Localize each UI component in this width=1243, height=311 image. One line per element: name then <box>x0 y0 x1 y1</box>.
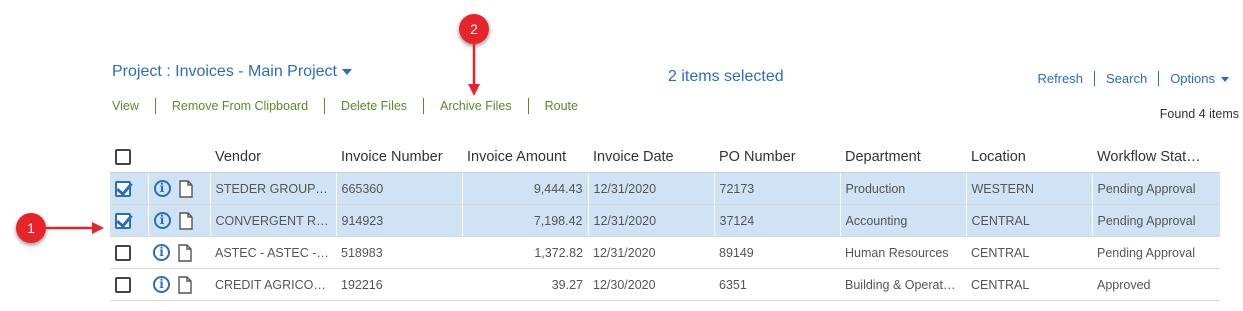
delete-files-action[interactable]: Delete Files <box>324 98 423 114</box>
selection-status: 2 items selected <box>668 68 784 86</box>
workflow-status-cell: Pending Approval <box>1092 205 1220 237</box>
action-bar: View Remove From Clipboard Delete Files … <box>112 98 594 114</box>
column-header-invoice-number[interactable]: Invoice Number <box>336 142 462 173</box>
column-header-invoice-amount[interactable]: Invoice Amount <box>462 142 588 173</box>
project-title-dropdown[interactable]: Project : Invoices - Main Project <box>112 63 352 81</box>
callout-marker-1: 1 <box>16 213 46 243</box>
department-cell: Accounting <box>840 205 966 237</box>
invoice-date-cell: 12/31/2020 <box>588 205 714 237</box>
document-icon[interactable] <box>178 244 192 262</box>
document-icon[interactable] <box>179 212 193 230</box>
view-action[interactable]: View <box>112 98 155 114</box>
document-icon[interactable] <box>178 276 192 294</box>
vendor-cell: CONVERGENT RE… <box>210 205 336 237</box>
department-cell: Human Resources <box>840 237 966 269</box>
invoice-date-cell: 12/31/2020 <box>588 237 714 269</box>
select-all-checkbox[interactable] <box>115 149 131 165</box>
workflow-status-cell: Pending Approval <box>1092 237 1220 269</box>
info-icon[interactable]: i <box>153 276 170 293</box>
workflow-status-cell: Pending Approval <box>1092 173 1220 205</box>
archive-files-action[interactable]: Archive Files <box>423 98 528 114</box>
table-row[interactable]: i CONVERGENT RE…9149237,198.4212/31/20203… <box>110 205 1220 237</box>
vendor-cell: STEDER GROUP - … <box>210 173 336 205</box>
location-cell: CENTRAL <box>966 205 1092 237</box>
info-icon[interactable]: i <box>153 244 170 261</box>
table-row[interactable]: i STEDER GROUP - …6653609,444.4312/31/202… <box>110 173 1220 205</box>
table-row[interactable]: i ASTEC - ASTEC - A…5189831,372.8212/31/2… <box>110 237 1220 269</box>
callout-marker-2: 2 <box>459 14 489 44</box>
document-icon[interactable] <box>179 180 193 198</box>
vendor-cell: ASTEC - ASTEC - A… <box>210 237 336 269</box>
column-header-workflow-status[interactable]: Workflow Stat… <box>1092 142 1220 173</box>
info-icon[interactable]: i <box>154 180 171 197</box>
table-header-row: Vendor Invoice Number Invoice Amount Inv… <box>110 142 1220 173</box>
invoice-number-cell: 192216 <box>336 269 462 301</box>
location-cell: CENTRAL <box>966 269 1092 301</box>
table-row[interactable]: i CREDIT AGRICOL…19221639.2712/30/2020635… <box>110 269 1220 301</box>
arrow-icon <box>466 44 482 98</box>
workflow-status-cell: Approved <box>1092 269 1220 301</box>
column-header-department[interactable]: Department <box>840 142 966 173</box>
invoice-amount-cell: 1,372.82 <box>462 237 588 269</box>
project-title: Project : Invoices - Main Project <box>112 63 337 80</box>
header-links: Refresh Search Options <box>1026 71 1240 86</box>
column-header-location[interactable]: Location <box>966 142 1092 173</box>
column-header-vendor[interactable]: Vendor <box>210 142 336 173</box>
options-menu[interactable]: Options <box>1158 71 1240 86</box>
invoice-date-cell: 12/31/2020 <box>588 173 714 205</box>
refresh-link[interactable]: Refresh <box>1026 71 1094 86</box>
info-icon[interactable]: i <box>154 212 171 229</box>
chevron-down-icon <box>342 69 352 75</box>
column-header-invoice-date[interactable]: Invoice Date <box>588 142 714 173</box>
row-checkbox[interactable] <box>115 245 131 261</box>
row-checkbox[interactable] <box>115 213 131 229</box>
column-header-po-number[interactable]: PO Number <box>714 142 840 173</box>
location-cell: WESTERN <box>966 173 1092 205</box>
invoice-amount-cell: 7,198.42 <box>462 205 588 237</box>
route-action[interactable]: Route <box>528 98 594 114</box>
row-checkbox[interactable] <box>115 277 131 293</box>
options-label: Options <box>1170 71 1215 86</box>
po-number-cell: 37124 <box>714 205 840 237</box>
row-checkbox[interactable] <box>115 181 131 197</box>
found-count: Found 4 items <box>1160 107 1239 121</box>
department-cell: Building & Operat… <box>840 269 966 301</box>
chevron-down-icon <box>1221 77 1229 82</box>
invoice-date-cell: 12/30/2020 <box>588 269 714 301</box>
invoice-amount-cell: 39.27 <box>462 269 588 301</box>
po-number-cell: 6351 <box>714 269 840 301</box>
invoices-table: Vendor Invoice Number Invoice Amount Inv… <box>110 142 1220 301</box>
po-number-cell: 89149 <box>714 237 840 269</box>
vendor-cell: CREDIT AGRICOL… <box>210 269 336 301</box>
arrow-icon <box>46 220 106 236</box>
po-number-cell: 72173 <box>714 173 840 205</box>
invoice-amount-cell: 9,444.43 <box>462 173 588 205</box>
department-cell: Production <box>840 173 966 205</box>
search-link[interactable]: Search <box>1094 71 1158 86</box>
location-cell: CENTRAL <box>966 237 1092 269</box>
invoice-number-cell: 914923 <box>336 205 462 237</box>
invoice-number-cell: 665360 <box>336 173 462 205</box>
invoice-number-cell: 518983 <box>336 237 462 269</box>
remove-from-clipboard-action[interactable]: Remove From Clipboard <box>155 98 324 114</box>
